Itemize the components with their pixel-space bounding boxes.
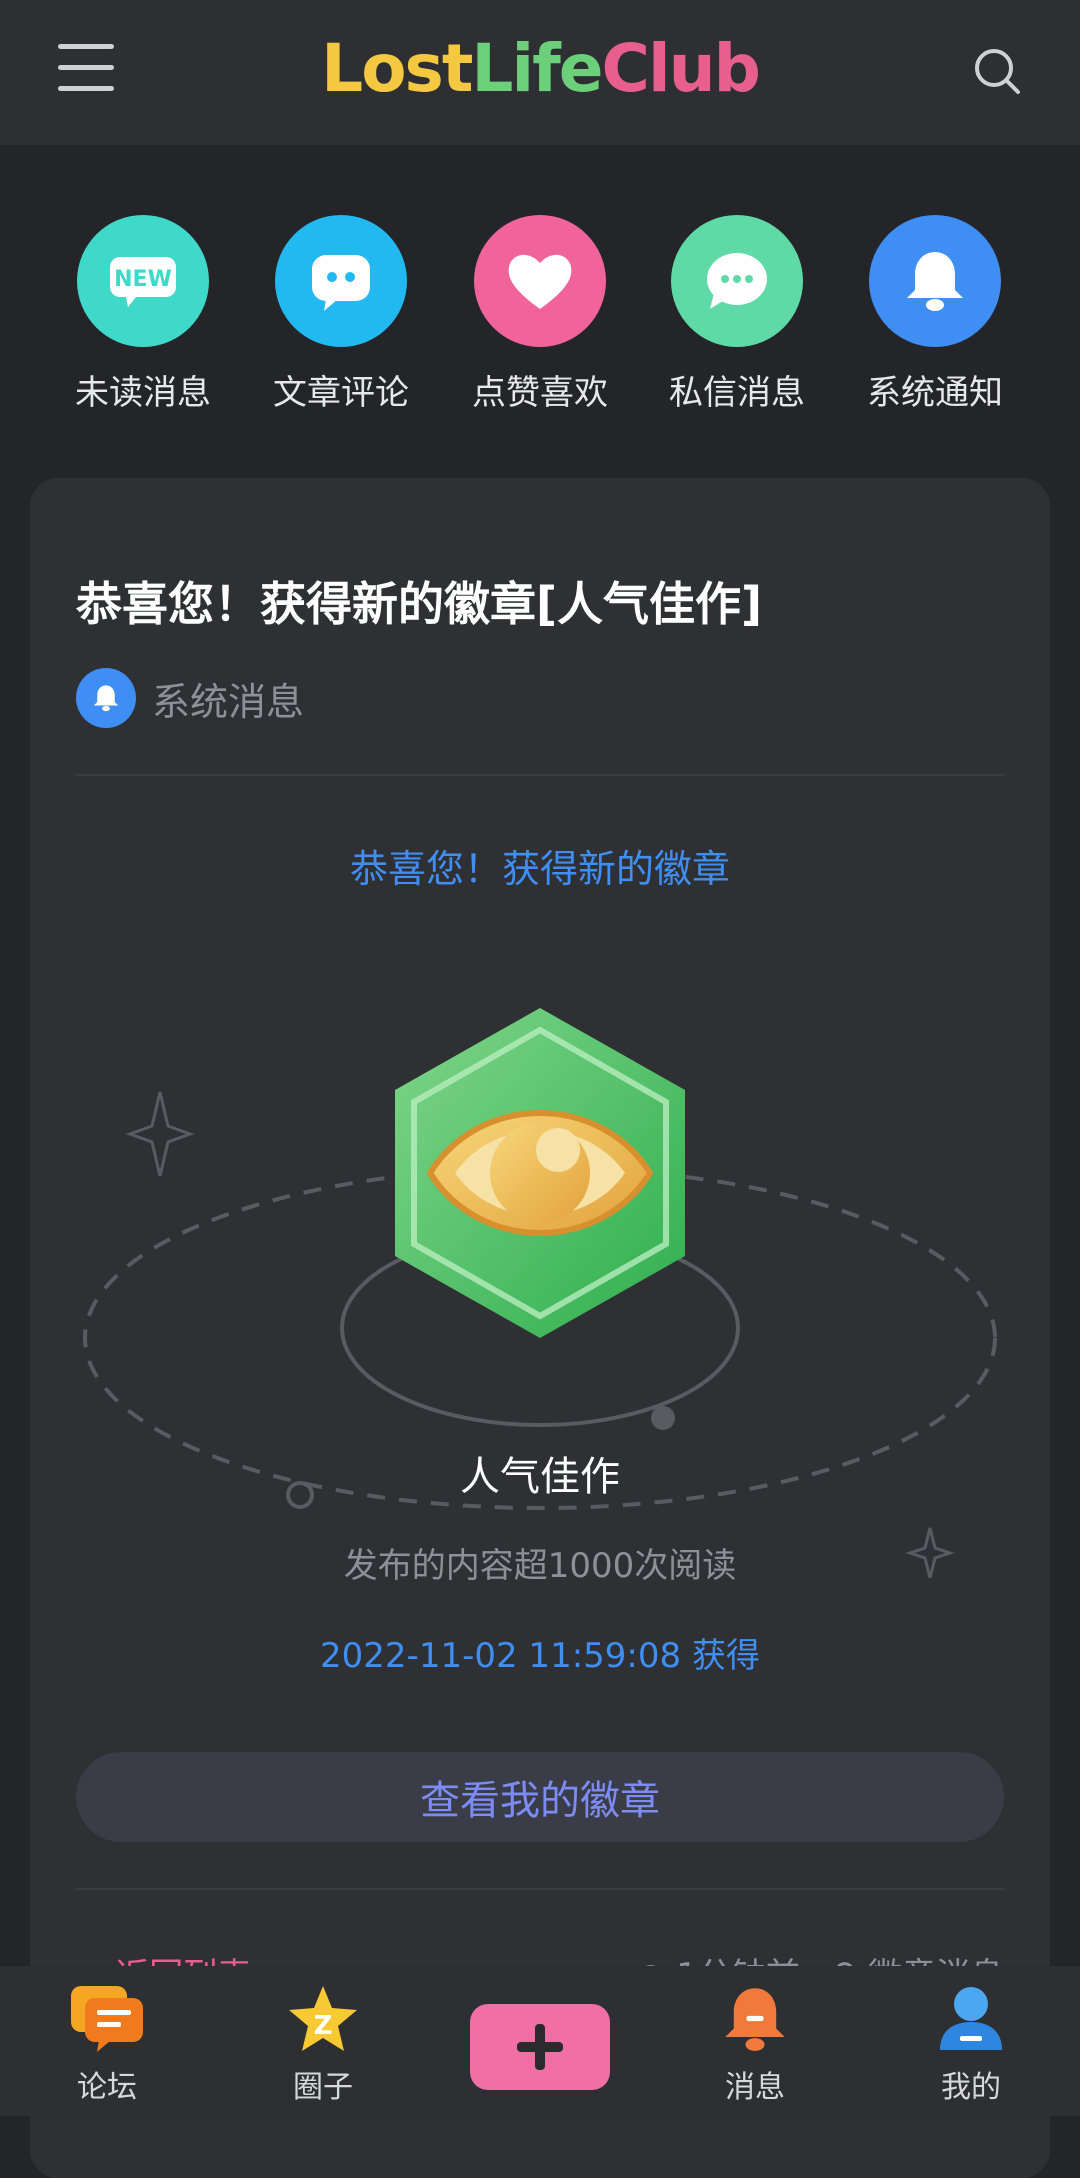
tab-messages[interactable]: 消息 — [680, 1984, 830, 2106]
nav-label: 点赞喜欢 — [472, 373, 608, 413]
bell-icon — [869, 215, 1001, 347]
tab-label: 我的 — [941, 2070, 1001, 2105]
site-logo[interactable]: Lost Life Club — [321, 18, 761, 118]
tab-circles[interactable]: Z 圈子 — [248, 1984, 398, 2106]
create-post-button[interactable] — [470, 2004, 610, 2090]
tab-profile[interactable]: 我的 — [896, 1984, 1046, 2106]
orbit-dot — [651, 1406, 675, 1430]
nav-label: 未读消息 — [75, 373, 211, 413]
user-icon — [931, 1984, 1011, 2054]
plus-icon — [517, 2024, 563, 2070]
logo-part-life: Life — [471, 29, 603, 107]
svg-text:Z: Z — [314, 2011, 333, 2041]
sparkle-icon — [125, 1091, 195, 1177]
nav-likes[interactable]: 点赞喜欢 — [440, 215, 640, 414]
message-category-nav: NEW 未读消息 文章评论 点赞喜欢 私信消息 系统通知 — [0, 215, 1080, 415]
chat-bubble-icon — [275, 215, 407, 347]
badge-description: 发布的内容超1000次阅读 — [343, 1546, 737, 1586]
new-badge-icon: NEW — [77, 215, 209, 347]
message-dots-icon — [671, 215, 803, 347]
logo-part-lost: Lost — [321, 29, 473, 107]
congrats-heading: 恭喜您！获得新的徽章 — [349, 847, 730, 891]
tab-label: 消息 — [725, 2070, 785, 2105]
notification-card: 恭喜您！获得新的徽章[人气佳作] 系统消息 恭喜您！获得新的徽章 人气佳作 发布… — [30, 478, 1050, 2178]
nav-label: 私信消息 — [669, 373, 805, 413]
nav-label: 文章评论 — [273, 373, 409, 413]
nav-unread-messages[interactable]: NEW 未读消息 — [43, 215, 243, 414]
logo-part-club: Club — [601, 29, 761, 107]
notification-source: 系统消息 — [76, 668, 304, 728]
nav-label: 系统通知 — [867, 373, 1003, 413]
top-app-bar: Lost Life Club — [0, 0, 1080, 145]
nav-private-messages[interactable]: 私信消息 — [637, 215, 837, 414]
bell-icon — [715, 1984, 795, 2054]
nav-system-notifications[interactable]: 系统通知 — [835, 215, 1035, 414]
forum-icon — [67, 1984, 147, 2054]
source-label: 系统消息 — [152, 679, 305, 724]
notification-title: 恭喜您！获得新的徽章[人气佳作] — [76, 577, 763, 631]
nav-article-comments[interactable]: 文章评论 — [241, 215, 441, 414]
divider — [76, 1888, 1004, 1890]
svg-text:NEW: NEW — [114, 267, 172, 292]
search-icon[interactable] — [972, 46, 1022, 96]
divider — [76, 774, 1004, 776]
view-my-badges-button[interactable]: 查看我的徽章 — [76, 1752, 1004, 1842]
tab-label: 圈子 — [293, 2070, 353, 2105]
bell-icon — [76, 668, 136, 728]
tab-label: 论坛 — [77, 2070, 137, 2105]
badge-earned-date: 2022-11-02 11:59:08 获得 — [320, 1636, 760, 1676]
badge-name: 人气佳作 — [460, 1454, 620, 1500]
tab-forum[interactable]: 论坛 — [32, 1984, 182, 2106]
menu-icon[interactable] — [58, 44, 114, 92]
heart-icon — [474, 215, 606, 347]
star-circle-icon: Z — [283, 1984, 363, 2054]
